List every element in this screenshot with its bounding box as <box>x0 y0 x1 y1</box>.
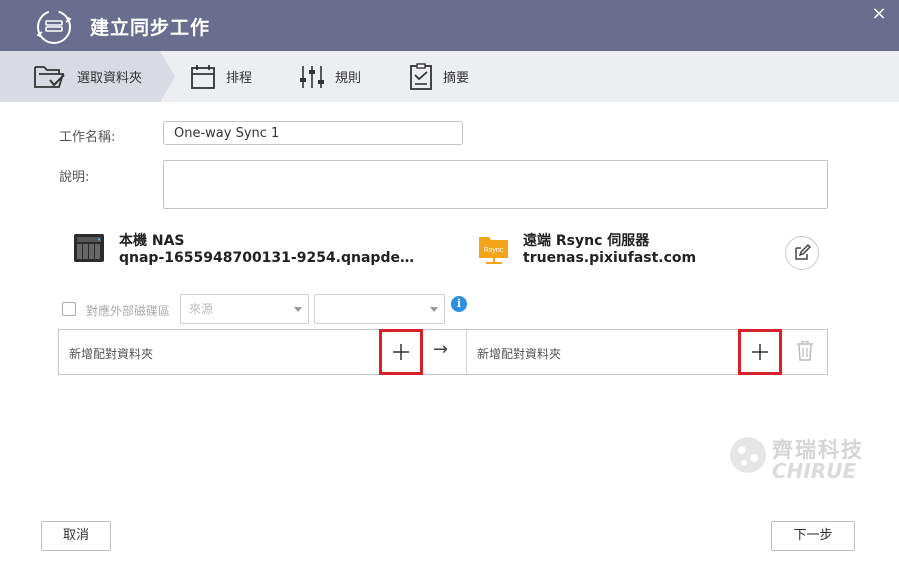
chevron-down-icon <box>294 307 302 312</box>
sync-job-icon <box>36 10 72 44</box>
close-icon[interactable]: × <box>869 4 889 24</box>
step-label: 選取資料夾 <box>77 71 143 86</box>
step-select-folder[interactable]: 選取資料夾 <box>33 51 142 102</box>
job-name-input[interactable] <box>163 121 463 145</box>
folder-icon <box>34 65 65 88</box>
dialog-title: 建立同步工作 <box>90 17 211 39</box>
next-button[interactable]: 下一步 <box>771 521 855 551</box>
step-rules[interactable]: 規則 <box>299 51 361 102</box>
add-source-folder-button[interactable] <box>379 329 423 375</box>
destination-name: 遠端 Rsync 伺服器 <box>523 233 650 249</box>
rsync-server-icon: Rsync <box>479 237 508 264</box>
destination-host: truenas.pixiufast.com <box>523 250 697 266</box>
target-volume-select[interactable] <box>314 294 445 324</box>
chevron-down-icon <box>430 307 438 312</box>
source-name: 本機 NAS <box>119 233 185 249</box>
description-textarea[interactable] <box>163 160 828 209</box>
source-host: qnap-1655948700131-9254.qnapde… <box>119 250 414 266</box>
step-label: 規則 <box>335 71 362 86</box>
nas-device-icon <box>74 234 104 262</box>
cancel-button[interactable]: 取消 <box>41 521 111 551</box>
svg-text:Rsync: Rsync <box>484 247 504 254</box>
step-label: 摘要 <box>443 71 470 86</box>
step-schedule[interactable]: 排程 <box>190 51 252 102</box>
watermark-brand: CHIRUE <box>772 459 857 483</box>
step-summary[interactable]: 摘要 <box>409 51 469 102</box>
clipboard-icon <box>410 62 432 90</box>
description-label: 說明: <box>59 170 90 185</box>
source-volume-select-value: 來源 <box>189 302 214 316</box>
source-volume-select[interactable]: 來源 <box>180 294 309 324</box>
watermark-logo-icon <box>730 437 766 473</box>
add-target-folder-button[interactable] <box>738 329 782 375</box>
arrow-right-icon: → <box>433 339 449 360</box>
sliders-icon <box>300 65 324 88</box>
pair-divider <box>466 330 467 374</box>
target-folder-placeholder: 新增配對資料夾 <box>477 347 562 361</box>
calendar-icon <box>191 64 215 89</box>
source-folder-placeholder: 新增配對資料夾 <box>69 347 154 361</box>
external-volume-checkbox[interactable] <box>62 302 76 316</box>
edit-connection-button[interactable] <box>785 236 819 270</box>
plus-icon <box>752 344 768 360</box>
external-volume-label: 對應外部磁碟區 <box>86 304 171 318</box>
plus-icon <box>393 344 409 360</box>
info-icon[interactable]: i <box>451 296 467 312</box>
job-name-label: 工作名稱: <box>59 130 116 145</box>
step-label: 排程 <box>226 71 253 86</box>
trash-icon[interactable] <box>796 341 814 361</box>
pencil-edit-icon <box>795 243 812 260</box>
